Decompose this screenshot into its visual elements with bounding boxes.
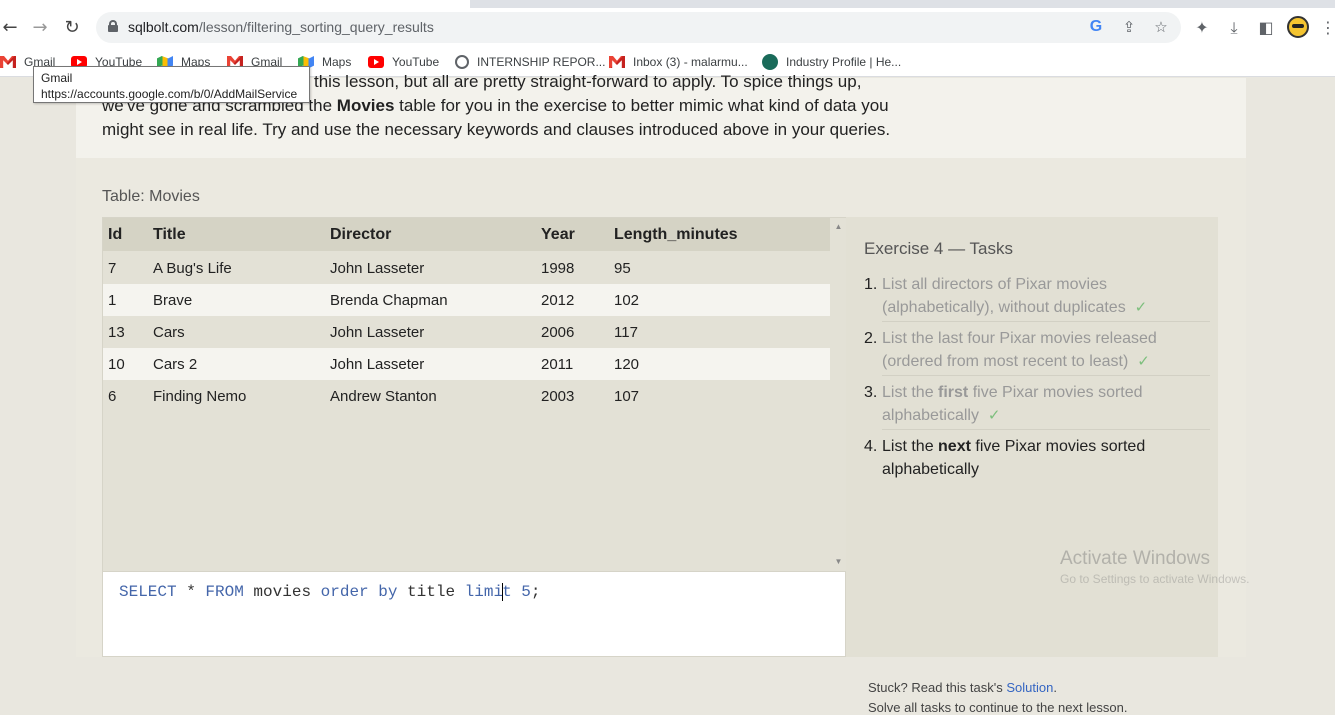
table-cell: 10 (108, 355, 125, 373)
table-header: Id Title Director Year Length_minutes (103, 218, 830, 251)
solve-hint: Solve all tasks to continue to the next … (868, 700, 1128, 715)
table-cell: John Lasseter (330, 355, 425, 373)
active-tab[interactable] (0, 0, 470, 8)
task-text: List all directors of Pixar movies (alph… (882, 276, 1126, 316)
table-cell: 2011 (541, 355, 574, 373)
table-cell: Brenda Chapman (330, 291, 448, 309)
table-cell: A Bug's Life (153, 259, 232, 277)
bookmark-inbox[interactable]: Inbox (3) - malarmu... (609, 52, 748, 72)
task-text: List the first five Pixar movies sorted … (882, 384, 1143, 424)
table-cell: John Lasseter (330, 323, 425, 341)
table-cell: 6 (108, 387, 117, 405)
column-header: Id (108, 225, 123, 243)
checkmark-icon: ✓ (987, 406, 1001, 424)
lock-icon[interactable] (108, 20, 118, 32)
checkmark-icon: ✓ (1137, 352, 1150, 370)
table-cell: John Lasseter (330, 259, 425, 277)
task-number: 3. (864, 384, 878, 401)
site-icon (762, 54, 778, 70)
column-header: Year (541, 225, 575, 243)
divider (882, 429, 1210, 430)
star-icon[interactable]: ☆ (1152, 18, 1170, 36)
intro-line-3: might see in real life. Try and use the … (102, 120, 891, 139)
table-scrollbar[interactable]: ▲ ▼ (831, 218, 846, 571)
task-number: 1. (864, 276, 878, 293)
activate-windows-subtext: Go to Settings to activate Windows. (1060, 572, 1250, 586)
column-header: Length_minutes (614, 225, 738, 243)
table-cell: Andrew Stanton (330, 387, 437, 405)
bookmark-internship[interactable]: INTERNSHIP REPOR... (455, 52, 605, 72)
sql-query[interactable]: SELECT * FROM movies order by title limi… (119, 583, 541, 601)
task-text: List the next five Pixar movies sorted a… (882, 438, 1146, 478)
table-cell: 7 (108, 259, 117, 277)
column-header: Title (153, 225, 186, 243)
scroll-down-icon[interactable]: ▼ (831, 555, 846, 569)
table-row: 10 Cars 2 John Lasseter 2011 120 (103, 348, 830, 380)
google-icon[interactable]: G (1087, 18, 1105, 36)
table-cell: 117 (614, 323, 638, 341)
intro-line-1: this lesson, but all are pretty straight… (314, 72, 862, 91)
table-row: 7 A Bug's Life John Lasseter 1998 95 (103, 252, 830, 284)
address-bar-row: ← → ↻ sqlbolt.com/lesson/filtering_sorti… (0, 8, 1335, 48)
back-icon[interactable]: ← (0, 18, 20, 38)
table-cell: 107 (614, 387, 640, 405)
table-cell: 95 (614, 259, 631, 277)
gmail-icon (609, 56, 625, 68)
divider (882, 375, 1210, 376)
table-caption: Table: Movies (102, 188, 200, 205)
stuck-hint: Stuck? Read this task's Solution. (868, 680, 1057, 695)
table-cell: Cars 2 (153, 355, 198, 373)
table-cell: 1998 (541, 259, 575, 277)
tooltip-url: https://accounts.google.com/b/0/AddMailS… (41, 87, 298, 101)
scroll-up-icon[interactable]: ▲ (831, 220, 846, 234)
download-icon[interactable]: ⤓ (1224, 18, 1244, 38)
menu-icon[interactable]: ⋮ (1318, 18, 1335, 38)
task-number: 4. (864, 438, 878, 455)
task-text: List the last four Pixar movies released… (882, 330, 1157, 370)
table-cell: 13 (108, 323, 125, 341)
tooltip-title: Gmail (41, 71, 73, 85)
checkmark-icon: ✓ (1134, 298, 1148, 316)
table-cell: 2012 (541, 291, 575, 309)
tasks-panel: Exercise 4 — Tasks 1. List all directors… (846, 217, 1218, 715)
table-cell: Brave (153, 291, 193, 309)
share-icon[interactable]: ⇪ (1120, 18, 1138, 36)
forward-icon[interactable]: → (30, 18, 50, 38)
activate-windows-watermark: Activate Windows (1060, 548, 1210, 569)
extensions-icon[interactable]: ✦ (1192, 18, 1212, 38)
task-number: 2. (864, 330, 878, 347)
movies-table: Id Title Director Year Length_minutes 7 … (102, 217, 846, 572)
divider (882, 321, 1210, 322)
table-cell: Finding Nemo (153, 387, 247, 405)
table-row: 1 Brave Brenda Chapman 2012 102 (103, 284, 830, 316)
table-cell: 2006 (541, 323, 575, 341)
bookmark-tooltip: Gmail https://accounts.google.com/b/0/Ad… (33, 66, 310, 103)
gmail-icon (0, 56, 16, 68)
url-bar[interactable]: sqlbolt.com/lesson/filtering_sorting_que… (96, 12, 1181, 43)
bookmark-industry[interactable]: Industry Profile | He... (762, 52, 901, 72)
avatar[interactable] (1287, 16, 1309, 38)
table-row: 6 Finding Nemo Andrew Stanton 2003 107 (103, 380, 830, 412)
tab-strip (0, 0, 1335, 8)
solution-link[interactable]: Solution (1006, 680, 1053, 695)
globe-icon (455, 55, 469, 69)
reload-icon[interactable]: ↻ (62, 18, 82, 38)
table-cell: Cars (153, 323, 185, 341)
url-text[interactable]: sqlbolt.com/lesson/filtering_sorting_que… (128, 19, 434, 35)
bookmark-youtube-2[interactable]: YouTube (368, 52, 439, 72)
column-header: Director (330, 225, 392, 243)
sql-editor[interactable]: SELECT * FROM movies order by title limi… (102, 572, 846, 657)
tasks-title: Exercise 4 — Tasks (864, 239, 1013, 258)
table-cell: 120 (614, 355, 640, 373)
table-cell: 102 (614, 291, 640, 309)
sidepanel-icon[interactable]: ◧ (1256, 18, 1276, 38)
table-cell: 2003 (541, 387, 575, 405)
youtube-icon (368, 56, 384, 68)
table-cell: 1 (108, 291, 117, 309)
table-row: 13 Cars John Lasseter 2006 117 (103, 316, 830, 348)
